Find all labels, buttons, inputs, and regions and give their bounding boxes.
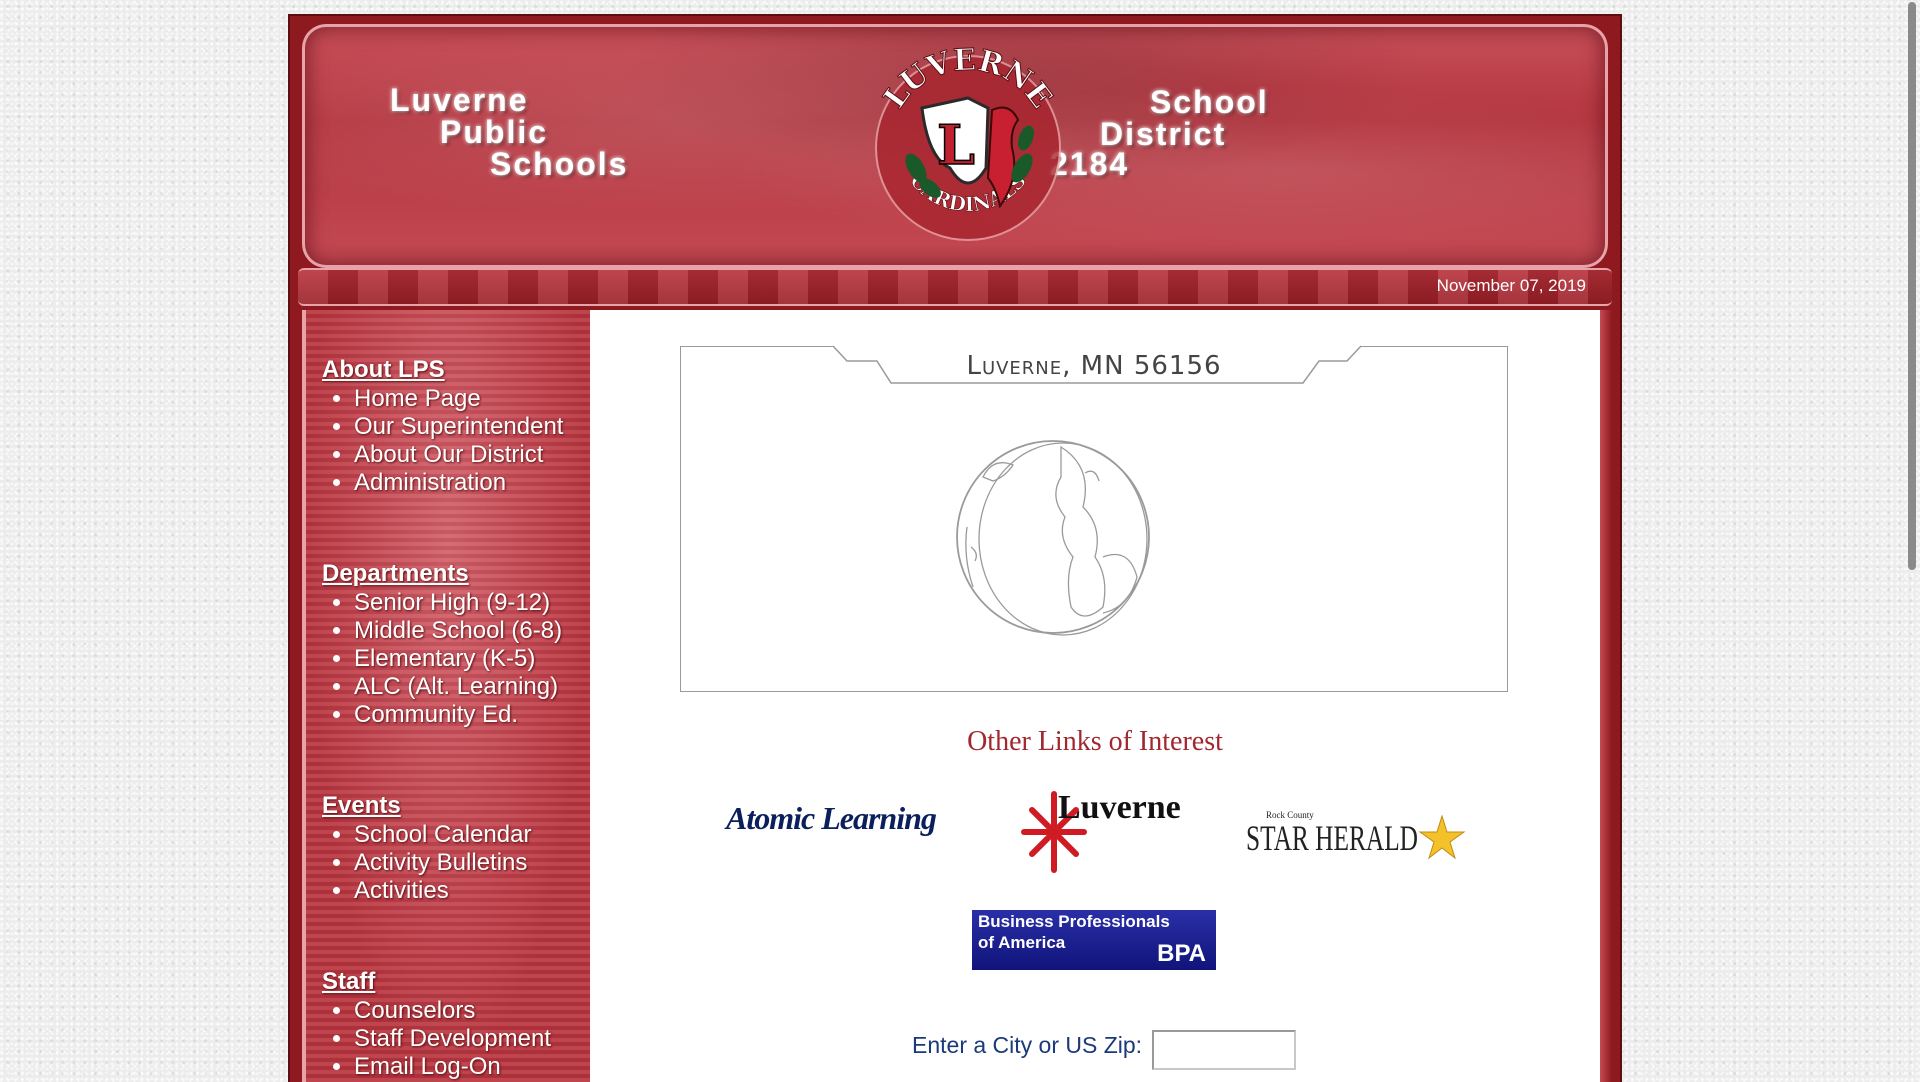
header-banner: Luverne Public Schools School District 2… xyxy=(302,24,1608,268)
bpa-link[interactable]: Business Professionals of America BPA xyxy=(972,910,1216,970)
luverne-logo-text: Luverne xyxy=(1058,789,1181,826)
star-icon xyxy=(1418,814,1466,860)
star-herald-logo: Rock County STAR HERALD xyxy=(1246,810,1466,860)
nav-item-community-ed[interactable]: Community Ed. xyxy=(354,701,592,729)
nav-list-about: Home Page Our Superintendent About Our D… xyxy=(322,385,592,497)
page-frame: Luverne Public Schools School District 2… xyxy=(288,14,1622,1082)
weather-widget: Luverne, MN 56156 xyxy=(680,345,1508,692)
current-date: November 07, 2019 xyxy=(1436,276,1586,295)
zip-label: Enter a City or US Zip: xyxy=(912,1032,1143,1058)
nav-heading-events[interactable]: Events xyxy=(322,792,592,820)
other-links-heading: Other Links of Interest xyxy=(967,726,1223,757)
bpa-abbr: BPA xyxy=(1157,940,1206,967)
date-bar: November 07, 2019 xyxy=(298,268,1612,306)
zip-input[interactable] xyxy=(1152,1030,1296,1070)
nav-item-alc[interactable]: ALC (Alt. Learning) xyxy=(354,673,592,701)
nav-item-about-our-district[interactable]: About Our District xyxy=(354,441,592,469)
main-content: Luverne, MN 56156 Other Links of Interes… xyxy=(590,310,1600,1082)
nav-list-staff: Counselors Staff Development Email Log-O… xyxy=(322,997,592,1081)
sidebar-nav: About LPS Home Page Our Superintendent A… xyxy=(302,310,596,1082)
nav-heading-departments[interactable]: Departments xyxy=(322,560,592,588)
nav-item-senior-high[interactable]: Senior High (9-12) xyxy=(354,589,592,617)
nav-section-about: About LPS Home Page Our Superintendent A… xyxy=(322,356,592,497)
page-scrollbar[interactable] xyxy=(1902,0,1920,1080)
globe-icon xyxy=(956,440,1150,636)
banner-left-line-3: Schools xyxy=(490,146,629,182)
nav-heading-about-lps[interactable]: About LPS xyxy=(322,356,592,384)
nav-item-middle-school[interactable]: Middle School (6-8) xyxy=(354,617,592,645)
luverne-city-link[interactable]: Luverne xyxy=(1014,784,1184,878)
star-herald-text: STAR HERALD xyxy=(1246,818,1418,858)
nav-item-activity-bulletins[interactable]: Activity Bulletins xyxy=(354,849,592,877)
atomic-learning-logo-text: Atomic Learning xyxy=(726,800,937,836)
frame-right-edge xyxy=(1600,310,1612,1082)
nav-item-elementary[interactable]: Elementary (K-5) xyxy=(354,645,592,673)
bpa-line-1: Business Professionals xyxy=(978,912,1170,931)
nav-heading-staff[interactable]: Staff xyxy=(322,968,592,996)
nav-item-staff-development[interactable]: Staff Development xyxy=(354,1025,592,1053)
nav-section-staff: Staff Counselors Staff Development Email… xyxy=(322,968,592,1081)
nav-item-administration[interactable]: Administration xyxy=(354,469,592,497)
nav-item-our-superintendent[interactable]: Our Superintendent xyxy=(354,413,592,441)
nav-item-email-log-on[interactable]: Email Log-On xyxy=(354,1053,592,1081)
nav-list-events: School Calendar Activity Bulletins Activ… xyxy=(322,821,592,905)
nav-section-departments: Departments Senior High (9-12) Middle Sc… xyxy=(322,560,592,729)
nav-item-activities[interactable]: Activities xyxy=(354,877,592,905)
nav-item-home-page[interactable]: Home Page xyxy=(354,385,592,413)
bpa-line-2: of America xyxy=(978,933,1066,952)
nav-section-events: Events School Calendar Activity Bulletin… xyxy=(322,792,592,905)
nav-list-departments: Senior High (9-12) Middle School (6-8) E… xyxy=(322,589,592,729)
atomic-learning-link[interactable]: Atomic Learning xyxy=(726,800,950,856)
star-herald-link[interactable]: Rock County STAR HERALD xyxy=(1246,804,1470,864)
scrollbar-thumb[interactable] xyxy=(1908,2,1916,570)
weather-location-title: Luverne, MN 56156 xyxy=(966,351,1222,381)
cardinals-logo[interactable]: LUVERNE CARDINALS L xyxy=(850,38,1086,254)
logo-letter: L xyxy=(937,113,975,177)
luverne-star-logo: Luverne xyxy=(1021,789,1181,873)
nav-item-school-calendar[interactable]: School Calendar xyxy=(354,821,592,849)
nav-item-counselors[interactable]: Counselors xyxy=(354,997,592,1025)
